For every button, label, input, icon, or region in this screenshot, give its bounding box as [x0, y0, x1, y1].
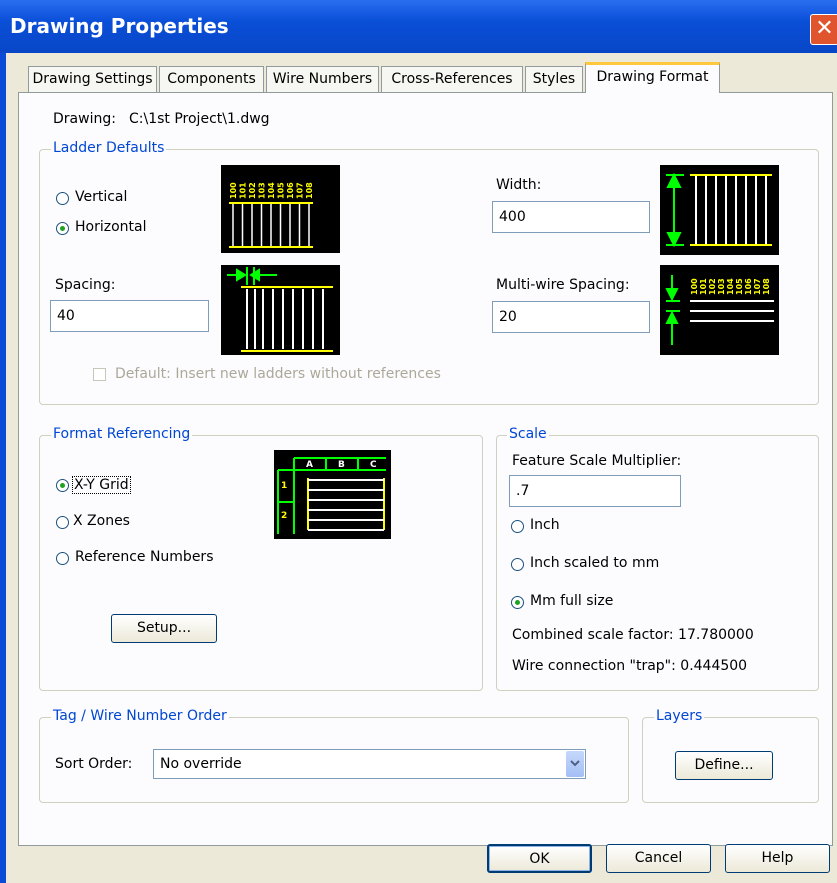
help-button[interactable]: Help: [725, 844, 830, 873]
ladder-number: 106: [286, 182, 295, 199]
window-title: Drawing Properties: [10, 14, 229, 38]
multiwire-input[interactable]: 20: [492, 301, 650, 333]
setup-button[interactable]: Setup...: [111, 614, 217, 643]
ladder-defaults-title: Ladder Defaults: [51, 140, 167, 156]
horizontal-radio[interactable]: [56, 222, 69, 235]
combined-scale-text: Combined scale factor: 17.780000: [512, 627, 754, 643]
inch-label[interactable]: Inch: [530, 517, 560, 533]
default-references-label: Default: Insert new ladders without refe…: [115, 366, 441, 382]
horizontal-label[interactable]: Horizontal: [75, 219, 146, 235]
dialog-window: Drawing Properties ✕ Drawing Settings Co…: [0, 0, 837, 883]
grid-col-b: B: [338, 460, 345, 470]
tab-panel: Drawing: C:\1st Project\1.dwg Ladder Def…: [18, 92, 833, 846]
sort-order-select[interactable]: No override: [153, 749, 586, 779]
tab-drawing-settings[interactable]: Drawing Settings: [28, 66, 157, 92]
cancel-button[interactable]: Cancel: [606, 844, 711, 873]
grid-col-c: C: [370, 460, 377, 470]
ladder-number: 100: [229, 182, 238, 199]
define-button[interactable]: Define...: [675, 751, 773, 780]
xy-grid-preview: A B C 1 2: [274, 450, 391, 539]
feature-scale-label: Feature Scale Multiplier:: [512, 453, 682, 469]
multiwire-number: 108: [762, 278, 771, 295]
grid-row-2: 2: [281, 511, 287, 521]
ok-button[interactable]: OK: [487, 844, 592, 873]
tab-cross-references[interactable]: Cross-References: [381, 66, 523, 92]
mm-full-size-label[interactable]: Mm full size: [530, 593, 613, 609]
ladder-number: 104: [267, 182, 276, 199]
ladder-number: 101: [239, 182, 248, 199]
multiwire-number: 102: [708, 278, 717, 295]
ladder-number: 102: [248, 182, 257, 199]
reference-numbers-radio[interactable]: [56, 552, 69, 565]
format-referencing-title: Format Referencing: [51, 426, 193, 442]
inch-radio[interactable]: [511, 520, 524, 533]
width-preview: [660, 165, 779, 255]
vertical-label[interactable]: Vertical: [75, 189, 127, 205]
ladder-number: 107: [296, 182, 305, 199]
spacing-label: Spacing:: [55, 277, 116, 293]
close-icon[interactable]: ✕: [810, 14, 837, 45]
scale-title: Scale: [507, 426, 549, 442]
xy-grid-label[interactable]: X-Y Grid: [72, 476, 131, 494]
chevron-down-icon[interactable]: [566, 751, 584, 777]
tag-order-title: Tag / Wire Number Order: [51, 708, 229, 724]
drawing-label: Drawing:: [53, 111, 116, 127]
width-input[interactable]: 400: [492, 201, 650, 233]
tab-drawing-format[interactable]: Drawing Format: [585, 62, 720, 93]
sort-order-value: No override: [160, 756, 242, 772]
spacing-preview: [221, 265, 340, 355]
multiwire-preview: 100 101 102 103 104 105 106 107 108: [660, 265, 779, 355]
multiwire-number: 103: [717, 278, 726, 295]
grid-col-a: A: [306, 460, 313, 470]
layers-title: Layers: [654, 708, 705, 724]
ladder-number: 103: [258, 182, 267, 199]
grid-row-1: 1: [281, 481, 287, 491]
inch-scaled-label[interactable]: Inch scaled to mm: [530, 555, 659, 571]
x-zones-label[interactable]: X Zones: [73, 513, 130, 529]
drawing-path: C:\1st Project\1.dwg: [129, 111, 270, 127]
multiwire-number: 106: [744, 278, 753, 295]
width-label: Width:: [496, 177, 542, 193]
tab-styles[interactable]: Styles: [525, 66, 583, 92]
default-references-checkbox[interactable]: [93, 368, 106, 381]
sort-order-label: Sort Order:: [55, 756, 133, 772]
mm-full-size-radio[interactable]: [511, 596, 524, 609]
feature-scale-input[interactable]: .7: [509, 475, 681, 507]
multiwire-number: 100: [690, 278, 699, 295]
multiwire-number: 101: [699, 278, 708, 295]
ladder-number: 108: [305, 182, 314, 199]
tab-components[interactable]: Components: [159, 66, 264, 92]
ladder-number: 105: [277, 182, 286, 199]
x-zones-radio[interactable]: [56, 516, 69, 529]
multiwire-number: 105: [735, 278, 744, 295]
spacing-input[interactable]: 40: [50, 300, 209, 332]
multiwire-label: Multi-wire Spacing:: [496, 277, 630, 293]
xy-grid-radio[interactable]: [56, 479, 69, 492]
reference-numbers-label[interactable]: Reference Numbers: [75, 549, 213, 565]
title-bar[interactable]: Drawing Properties ✕: [0, 0, 837, 53]
tab-wire-numbers[interactable]: Wire Numbers: [266, 66, 379, 92]
inch-scaled-radio[interactable]: [511, 558, 524, 571]
multiwire-number: 104: [726, 278, 735, 295]
multiwire-number: 107: [753, 278, 762, 295]
horizontal-ladder-preview: 100 101 102 103 104 105 106 107 108: [221, 165, 340, 253]
wire-trap-text: Wire connection "trap": 0.444500: [512, 658, 748, 674]
vertical-radio[interactable]: [56, 192, 69, 205]
